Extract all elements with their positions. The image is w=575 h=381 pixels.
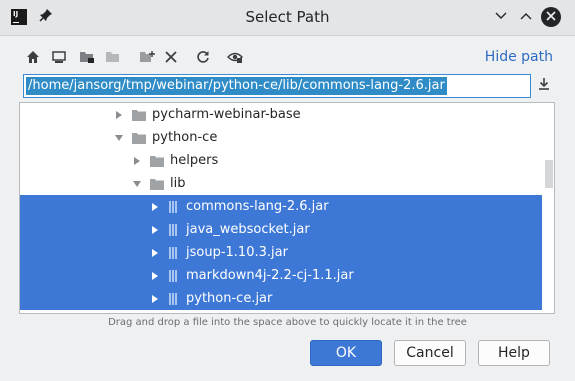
tree-row[interactable]: jsoup-1.10.3.jar: [20, 241, 554, 264]
tree-row[interactable]: commons-lang-2.6.jar: [20, 195, 554, 218]
minimize-button[interactable]: [492, 8, 510, 26]
collapsed-arrow-icon[interactable]: [114, 110, 124, 120]
hide-path-link[interactable]: Hide path: [485, 49, 553, 65]
module-button[interactable]: [102, 46, 124, 68]
tree-row-label: lib: [170, 176, 186, 191]
download-icon: [539, 78, 549, 90]
expanded-arrow-icon[interactable]: [114, 133, 124, 143]
jar-library-icon: [169, 269, 177, 282]
collapsed-arrow-icon[interactable]: [150, 294, 160, 304]
tree-row[interactable]: helpers: [20, 149, 554, 172]
collapsed-arrow-icon[interactable]: [150, 202, 160, 212]
help-button[interactable]: Help: [478, 340, 550, 366]
delete-icon: [165, 51, 177, 63]
tree-row-label: markdown4j-2.2-cj-1.1.jar: [186, 268, 354, 283]
delete-button[interactable]: [160, 46, 182, 68]
jar-library-icon: [169, 200, 177, 213]
tree-row[interactable]: markdown4j-2.2-cj-1.1.jar: [20, 264, 554, 287]
folder-icon: [150, 155, 164, 167]
refresh-button[interactable]: [192, 46, 214, 68]
module-folder-icon: [106, 52, 119, 62]
tree-scrollbar[interactable]: [542, 103, 554, 313]
project-button[interactable]: [76, 46, 98, 68]
project-folder-icon: [80, 52, 94, 63]
tree-row[interactable]: python-ce.jar: [20, 287, 554, 310]
close-button[interactable]: [541, 7, 561, 27]
home-button[interactable]: [22, 46, 44, 68]
cancel-button[interactable]: Cancel: [394, 340, 466, 366]
tree-row-label: java_websocket.jar: [186, 222, 310, 237]
tree-row-label: python-ce: [152, 130, 218, 145]
tree-row[interactable]: java_websocket.jar: [20, 218, 554, 241]
tree-row[interactable]: python-ce: [20, 126, 554, 149]
path-input[interactable]: /home/jansorg/tmp/webinar/python-ce/lib/…: [23, 74, 531, 98]
tree-row-label: commons-lang-2.6.jar: [186, 199, 329, 214]
window-title: Select Path: [245, 8, 330, 26]
tree-row[interactable]: pycharm-webinar-base: [20, 103, 554, 126]
ok-button[interactable]: OK: [310, 340, 382, 366]
tree-row-label: python-ce.jar: [186, 291, 273, 306]
collapsed-arrow-icon[interactable]: [150, 271, 160, 281]
folder-icon: [150, 178, 164, 190]
desktop-button[interactable]: [48, 46, 70, 68]
maximize-button[interactable]: [517, 8, 535, 26]
tree-row-label: jsoup-1.10.3.jar: [186, 245, 288, 260]
refresh-icon: [197, 51, 209, 63]
new-folder-button[interactable]: [136, 46, 158, 68]
jar-library-icon: [169, 246, 177, 259]
new-folder-icon: [140, 51, 155, 62]
show-hidden-icon: [227, 52, 243, 63]
tree-row-label: pycharm-webinar-base: [152, 107, 301, 122]
collapsed-arrow-icon[interactable]: [150, 248, 160, 258]
path-input-value: /home/jansorg/tmp/webinar/python-ce/lib/…: [26, 77, 447, 95]
jar-library-icon: [169, 292, 177, 305]
file-tree[interactable]: pycharm-webinar-base python-ce helpers lib c…: [19, 102, 555, 314]
expanded-arrow-icon[interactable]: [132, 179, 142, 189]
show-hidden-button[interactable]: [224, 46, 246, 68]
desktop-icon: [52, 51, 66, 63]
drag-drop-hint: Drag and drop a file into the space abov…: [108, 317, 467, 328]
title-bar: IJ Select Path: [0, 0, 575, 36]
tree-scrollbar-thumb[interactable]: [545, 160, 553, 188]
download-button[interactable]: [537, 77, 555, 95]
jar-library-icon: [169, 223, 177, 236]
collapsed-arrow-icon[interactable]: [150, 225, 160, 235]
collapsed-arrow-icon[interactable]: [132, 156, 142, 166]
folder-icon: [132, 109, 146, 121]
tree-row[interactable]: lib: [20, 172, 554, 195]
home-icon: [27, 51, 39, 63]
tree-row-label: helpers: [170, 153, 219, 168]
folder-icon: [132, 132, 146, 144]
